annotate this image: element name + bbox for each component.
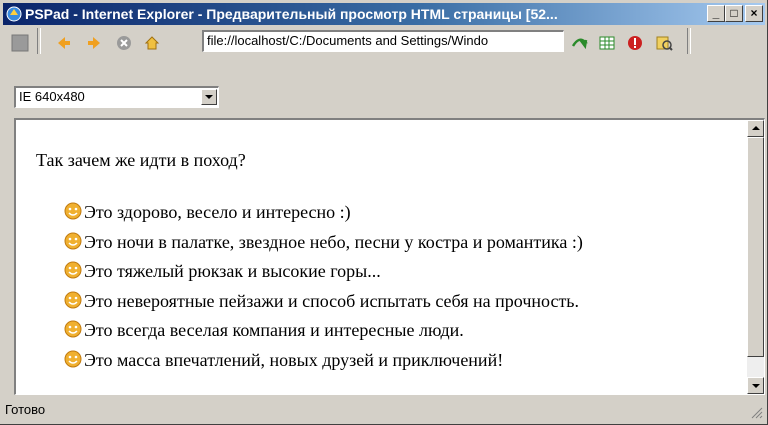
preview-pane: Так зачем же идти в поход? Это здорово, … bbox=[14, 118, 765, 395]
list-item: Это невероятные пейзажи и способ испытат… bbox=[64, 291, 583, 321]
resize-grip-icon[interactable] bbox=[751, 407, 763, 419]
list-item: Это ночи в палатке, звездное небо, песни… bbox=[64, 232, 583, 262]
window-title: PSPad - Internet Explorer - Предваритель… bbox=[25, 6, 558, 22]
list-item: Это здорово, весело и интересно :) bbox=[64, 202, 583, 232]
list-item: Это тяжелый рюкзак и высокие горы... bbox=[64, 261, 583, 291]
app-window: PSPad - Internet Explorer - Предваритель… bbox=[0, 0, 768, 425]
address-field[interactable]: file://localhost/C:/Documents and Settin… bbox=[202, 30, 564, 52]
list-item-text: Это здорово, весело и интересно :) bbox=[84, 202, 351, 222]
smiley-icon bbox=[64, 202, 82, 220]
toolbar-separator bbox=[37, 28, 41, 54]
vertical-scrollbar[interactable] bbox=[747, 120, 764, 394]
app-icon bbox=[6, 6, 22, 22]
alert-icon[interactable] bbox=[626, 34, 644, 52]
go-icon[interactable] bbox=[570, 34, 588, 52]
grid-icon[interactable] bbox=[598, 34, 616, 52]
home-icon[interactable] bbox=[143, 34, 161, 52]
page-heading: Так зачем же идти в поход? bbox=[36, 150, 246, 170]
list-item-text: Это тяжелый рюкзак и высокие горы... bbox=[84, 261, 381, 282]
title-bar[interactable]: PSPad - Internet Explorer - Предваритель… bbox=[3, 3, 765, 25]
scroll-down-button[interactable] bbox=[747, 377, 764, 394]
resolution-select-value: IE 640x480 bbox=[19, 89, 85, 104]
maximize-button[interactable]: □ bbox=[725, 5, 743, 22]
back-icon[interactable] bbox=[55, 34, 73, 52]
list-item-text: Это всегда веселая компания и интересные… bbox=[84, 320, 464, 341]
forward-icon[interactable] bbox=[85, 34, 103, 52]
document-content: Так зачем же идти в поход? bbox=[36, 150, 246, 171]
resolution-select[interactable]: IE 640x480 bbox=[14, 86, 219, 108]
status-text: Готово bbox=[5, 402, 46, 417]
list-item-text: Это масса впечатлений, новых друзей и пр… bbox=[84, 349, 504, 370]
status-bar: Готово bbox=[3, 399, 765, 421]
list-item: Это всегда веселая компания и интересные… bbox=[64, 320, 583, 350]
smiley-icon bbox=[64, 232, 82, 250]
refresh-icon[interactable] bbox=[115, 34, 133, 52]
stop-icon[interactable] bbox=[11, 34, 29, 52]
scroll-thumb[interactable] bbox=[747, 137, 764, 357]
reasons-list: Это здорово, весело и интересно :) Это н… bbox=[64, 202, 583, 380]
smiley-icon bbox=[64, 261, 82, 279]
list-item-text: Это невероятные пейзажи и способ испытат… bbox=[84, 290, 580, 311]
list-item-text: Это ночи в палатке, звездное небо, песни… bbox=[84, 231, 583, 252]
toolbar-separator bbox=[687, 28, 691, 54]
close-button[interactable]: × bbox=[745, 5, 763, 22]
chevron-down-icon[interactable] bbox=[201, 89, 217, 105]
search-icon[interactable] bbox=[655, 34, 673, 52]
list-item: Это масса впечатлений, новых друзей и пр… bbox=[64, 350, 583, 380]
smiley-icon bbox=[64, 320, 82, 338]
smiley-icon bbox=[64, 350, 82, 368]
minimize-button[interactable]: _ bbox=[707, 5, 725, 22]
toolbar: file://localhost/C:/Documents and Settin… bbox=[3, 28, 765, 58]
scroll-up-button[interactable] bbox=[747, 120, 764, 137]
smiley-icon bbox=[64, 291, 82, 309]
